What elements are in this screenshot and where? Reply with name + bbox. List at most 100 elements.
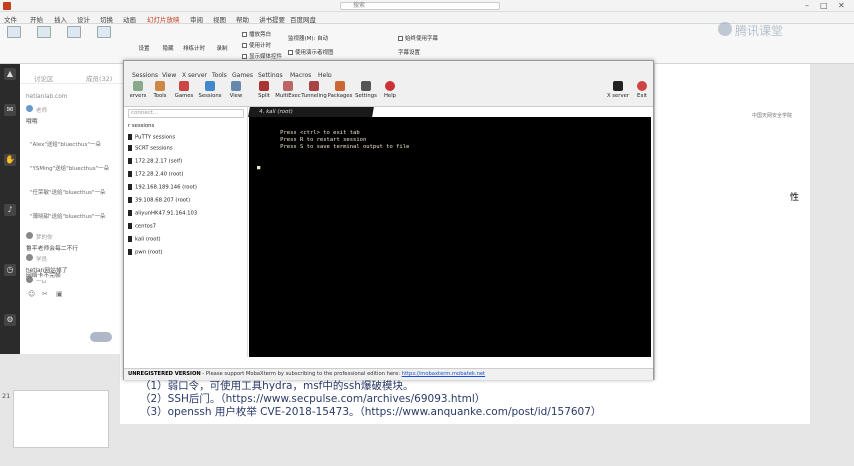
exit-button[interactable]: Exit xyxy=(628,81,656,99)
terminal-line: Press R to restart session xyxy=(257,137,367,143)
session-item[interactable]: 172.28.2.40 (root) xyxy=(128,171,183,178)
session-item[interactable]: pwn (root) xyxy=(128,249,163,256)
menu-design[interactable]: 设计 xyxy=(77,14,90,24)
menu-animation[interactable]: 动画 xyxy=(123,14,136,24)
settings-icon[interactable]: ⚙ xyxy=(4,314,16,326)
slide-line-1: （1）弱口令，可使用工具hydra，msf中的ssh爆破模块。 xyxy=(140,380,414,392)
narration-check[interactable]: 播放旁白 xyxy=(242,30,271,38)
menu-home[interactable]: 开始 xyxy=(30,14,43,24)
session-item[interactable]: 39.108.68.207 (root) xyxy=(128,197,190,204)
quick-connect-input[interactable]: connect... xyxy=(128,109,244,118)
minimize-icon[interactable]: – xyxy=(805,1,809,10)
session-item[interactable]: 172.28.2.17 (self) xyxy=(128,158,182,165)
menu-notes[interactable]: 讲书提要 xyxy=(259,14,285,24)
gift-message: "薄晓甜"送给"bluecthus"一朵 xyxy=(30,214,106,220)
help-button[interactable]: Help xyxy=(376,81,404,99)
rehearse-button[interactable]: 排练计时 xyxy=(180,44,208,52)
menu-slideshow[interactable]: 幻灯片放映 xyxy=(147,14,180,24)
terminal-tab[interactable]: 4. kali (root) xyxy=(248,107,374,117)
close-icon[interactable]: ✕ xyxy=(838,1,845,10)
packages-button[interactable]: Packages xyxy=(326,81,354,99)
ribbon-btn-1[interactable] xyxy=(4,26,24,40)
sessions-header: r sessions xyxy=(128,123,155,129)
tab-discussion[interactable]: 讨论区 xyxy=(34,73,54,83)
tools-label: Tools xyxy=(153,93,167,99)
setup-button[interactable]: 设置 xyxy=(134,44,154,52)
tunneling-button[interactable]: Tunneling xyxy=(300,81,328,99)
multiexec-button[interactable]: MultiExec xyxy=(274,81,302,99)
session-item[interactable]: 192.168.189.146 (root) xyxy=(128,184,197,191)
clock-icon[interactable]: ◷ xyxy=(4,264,16,276)
user-name: 梦的你 xyxy=(36,235,53,241)
multiexec-icon xyxy=(283,81,293,91)
menu-help[interactable]: 帮助 xyxy=(236,14,249,24)
session-item[interactable]: PuTTY sessions xyxy=(128,134,175,141)
music-icon[interactable]: ♪ xyxy=(4,204,16,216)
chat-icon[interactable]: ✉ xyxy=(4,104,16,116)
title-bar: 搜索 – □ ✕ xyxy=(0,0,854,12)
emoji-icon[interactable]: ☺ xyxy=(28,290,35,298)
hand-icon[interactable]: ✋ xyxy=(4,154,16,166)
menu-transition[interactable]: 切换 xyxy=(100,14,113,24)
view-icon xyxy=(231,81,241,91)
ribbon-btn-4[interactable] xyxy=(94,26,114,40)
monitor-select[interactable]: 监视器(M): 自动 xyxy=(288,34,328,42)
menu-insert[interactable]: 插入 xyxy=(54,14,67,24)
checkbox-icon xyxy=(242,54,247,59)
slide-side-text: 性 xyxy=(790,193,800,203)
ribbon-btn-3[interactable] xyxy=(64,26,84,40)
terminal-icon xyxy=(128,171,132,177)
subtitle-settings[interactable]: 字幕设置 xyxy=(398,48,420,56)
gear-icon xyxy=(361,81,371,91)
status-text: - Please support MobaXterm by subscribin… xyxy=(200,371,402,377)
avatar xyxy=(26,232,33,239)
help-label: Help xyxy=(383,93,397,99)
menu-file[interactable]: 文件 xyxy=(4,14,17,24)
search-placeholder: 搜索 xyxy=(353,2,366,9)
unregistered-label: UNREGISTERED VERSION xyxy=(128,371,201,377)
ribbon-btn-2[interactable] xyxy=(34,26,54,40)
scissors-icon[interactable]: ✂ xyxy=(42,290,48,298)
avatar xyxy=(26,105,33,112)
games-button[interactable]: Games xyxy=(170,81,198,99)
chat-panel: 讨论区 成员(32) hetianlab.com 老师 哦哦 "Alex"送给"… xyxy=(20,64,124,354)
maximize-icon[interactable]: □ xyxy=(820,1,828,10)
split-icon xyxy=(259,81,269,91)
slide-thumbnail[interactable] xyxy=(13,390,109,448)
session-item[interactable]: centos7 xyxy=(128,223,156,230)
session-label: SCRT sessions xyxy=(135,145,173,152)
presenter-view-check[interactable]: 使用演示者视图 xyxy=(288,48,334,56)
session-label: PuTTY sessions xyxy=(135,134,176,141)
subtitles-check[interactable]: 始终使用字幕 xyxy=(398,34,438,42)
gift-message: "Alex"送给"bluecthus"一朵 xyxy=(30,142,101,148)
tab-members[interactable]: 成员(32) xyxy=(86,73,112,83)
menu-baidu[interactable]: 百度网盘 xyxy=(290,14,316,24)
user-message: 网络卡不完帧 xyxy=(26,273,61,279)
image-icon[interactable]: ▣ xyxy=(56,290,63,298)
terminal-icon xyxy=(128,236,132,242)
hide-button[interactable]: 隐藏 xyxy=(158,44,178,52)
session-label: centos7 xyxy=(135,223,156,230)
sessions-button[interactable]: Sessions xyxy=(196,81,224,99)
send-button[interactable] xyxy=(90,332,112,342)
user-message: 鲁平老师会每二不行 xyxy=(26,246,79,252)
slide-icon xyxy=(7,26,21,38)
menu-review[interactable]: 审阅 xyxy=(190,14,203,24)
search-box[interactable]: 搜索 xyxy=(340,2,500,10)
record-button[interactable]: 录制 xyxy=(212,44,232,52)
xserver-icon xyxy=(613,81,623,91)
media-controls-check[interactable]: 显示媒体控件 xyxy=(242,52,282,60)
pro-edition-link[interactable]: https://mobaxterm.mobatek.net xyxy=(402,371,485,377)
session-item[interactable]: SCRT sessions xyxy=(128,145,173,152)
session-item[interactable]: kali (root) xyxy=(128,236,161,243)
session-item[interactable]: aliyunHK47.91.164.103 xyxy=(128,210,197,217)
left-rail: ▲ ✉ ✋ ♪ ◷ ⚙ xyxy=(0,64,20,354)
gift-message: "YSMing"送给"bluecthus"一朵 xyxy=(30,166,110,172)
terminal-output[interactable]: Press <ctrl> to exit tab Press R to rest… xyxy=(249,117,651,357)
menu-view[interactable]: 视图 xyxy=(213,14,226,24)
timings-check[interactable]: 使用计时 xyxy=(242,41,271,49)
view-button[interactable]: View xyxy=(222,81,250,99)
up-arrow-icon[interactable]: ▲ xyxy=(4,68,16,80)
